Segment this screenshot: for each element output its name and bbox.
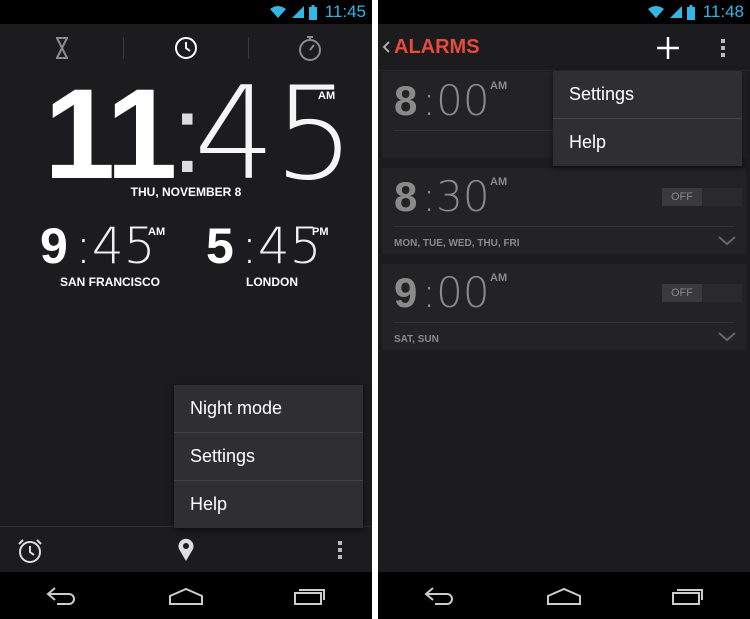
world-clock-minute: :45 — [75, 217, 156, 275]
world-clock-ampm: AM — [148, 226, 166, 238]
clock-bottom-bar — [0, 526, 372, 573]
toggle-track — [700, 284, 742, 302]
battery-icon — [308, 4, 317, 20]
alarms-screen: 11:48 ALARMS 8 :00 AM 8 :30 AM OFF MON, — [378, 0, 750, 619]
overflow-menu-popup: Settings Help — [553, 71, 742, 166]
signal-icon — [291, 6, 304, 18]
expand-chevron-icon[interactable] — [718, 332, 736, 342]
menu-item-night-mode[interactable]: Night mode — [174, 385, 363, 433]
menu-item-help[interactable]: Help — [174, 481, 363, 528]
hourglass-icon — [55, 37, 68, 59]
row-divider — [394, 226, 734, 227]
recent-apps-button[interactable] — [285, 581, 335, 611]
alarm-days: MON, TUE, WED, THU, FRI — [394, 238, 520, 249]
world-clock-minute: :45 — [241, 217, 322, 275]
alarm-clock-icon[interactable] — [16, 538, 44, 564]
alarm-toggle[interactable]: OFF — [662, 188, 702, 206]
back-chevron-icon[interactable] — [382, 41, 390, 53]
world-clock-hour: 5 — [206, 218, 234, 274]
wifi-icon — [647, 6, 664, 18]
main-clock-ampm: AM — [318, 90, 336, 102]
alarm-minute: :30 — [422, 172, 490, 221]
menu-item-help[interactable]: Help — [553, 119, 742, 166]
alarm-minute: :00 — [422, 76, 490, 125]
home-button[interactable] — [161, 581, 211, 611]
status-bar: 11:48 — [378, 0, 750, 24]
clock-icon — [174, 37, 197, 59]
overflow-menu-icon[interactable] — [720, 37, 726, 59]
signal-icon — [669, 6, 682, 18]
location-pin-icon[interactable] — [177, 538, 195, 562]
alarm-item[interactable]: 9 :00 AM OFF SAT, SUN — [382, 264, 746, 350]
alarm-hour: 9 — [394, 269, 418, 316]
alarm-hour: 8 — [394, 173, 418, 220]
alarm-ampm: AM — [490, 272, 508, 284]
row-divider — [394, 322, 734, 323]
expand-chevron-icon[interactable] — [718, 236, 736, 246]
main-clock-hour: 11 — [44, 63, 177, 206]
home-icon — [547, 587, 581, 605]
alarm-days: SAT, SUN — [394, 334, 439, 345]
alarm-hour: 8 — [394, 77, 418, 124]
status-bar: 11:45 — [0, 0, 372, 24]
menu-item-settings[interactable]: Settings — [553, 71, 742, 119]
system-nav-bar — [0, 572, 372, 619]
recent-apps-icon — [672, 588, 703, 605]
world-clock-hour: 9 — [40, 218, 68, 274]
alarm-item[interactable]: 8 :30 AM OFF MON, TUE, WED, THU, FRI — [382, 168, 746, 254]
alarm-ampm: AM — [490, 80, 508, 92]
world-clock-city: LONDON — [246, 275, 298, 289]
home-icon — [169, 587, 203, 605]
recent-apps-button[interactable] — [663, 581, 713, 611]
battery-icon — [686, 4, 695, 20]
alarms-action-bar: ALARMS — [378, 24, 750, 71]
overflow-menu-popup: Night mode Settings Help — [174, 385, 363, 528]
page-title[interactable]: ALARMS — [394, 36, 480, 59]
wifi-icon — [269, 6, 286, 18]
status-time: 11:48 — [702, 2, 744, 21]
toggle-track — [700, 188, 742, 206]
back-icon — [424, 586, 453, 605]
back-button[interactable] — [415, 581, 465, 611]
world-clock-ampm: PM — [312, 226, 329, 238]
date-label: THU, NOVEMBER 8 — [130, 185, 242, 199]
recent-apps-icon — [294, 588, 325, 605]
stopwatch-icon — [299, 36, 322, 61]
alarm-minute: :00 — [422, 268, 490, 317]
alarm-ampm: AM — [490, 176, 508, 188]
world-clock-city: SAN FRANCISCO — [60, 275, 161, 289]
menu-item-settings[interactable]: Settings — [174, 433, 363, 481]
alarm-toggle[interactable]: OFF — [662, 284, 702, 302]
clock-screen: 11:45 11 : 45 AM THU, NOVEMBER 8 9:45 A… — [0, 0, 372, 619]
add-icon[interactable] — [656, 36, 680, 60]
system-nav-bar — [378, 572, 750, 619]
home-button[interactable] — [539, 581, 589, 611]
back-button[interactable] — [37, 581, 87, 611]
back-icon — [46, 586, 75, 605]
status-time: 11:45 — [324, 2, 366, 21]
overflow-menu-icon[interactable] — [337, 539, 343, 561]
